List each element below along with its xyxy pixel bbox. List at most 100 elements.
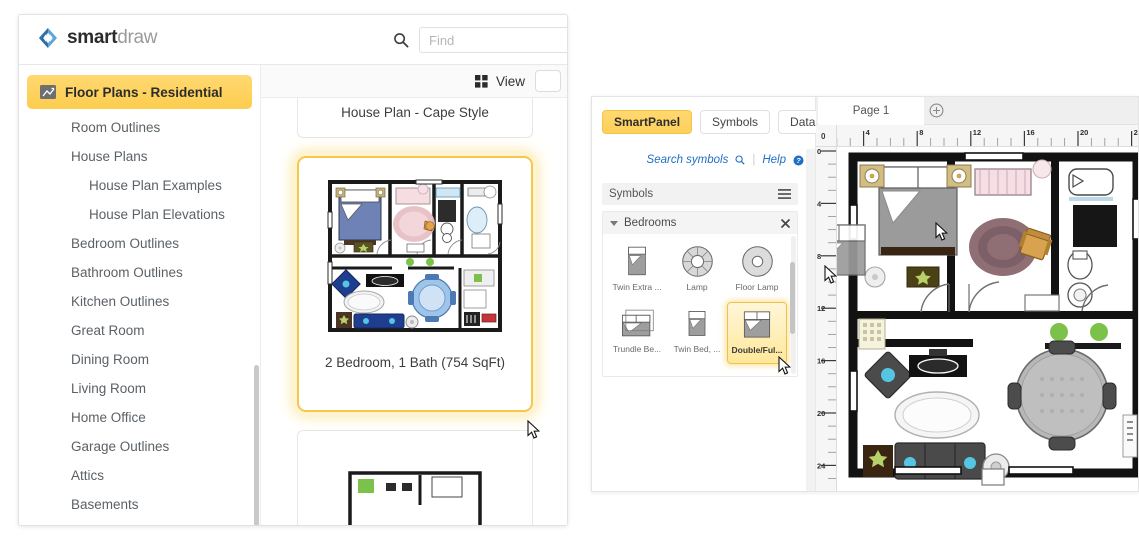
sidebar-scrollbar-thumb[interactable] (254, 365, 259, 525)
symbol-item-trundle-bed[interactable]: Trundle Be... (607, 302, 667, 364)
svg-text:24: 24 (817, 461, 826, 470)
lamp-round-icon (681, 240, 714, 282)
vertical-ruler[interactable]: 0 4 8 12 16 20 24 (816, 147, 837, 491)
category-sidebar[interactable]: Floor Plans - Residential Room Outlines H… (19, 65, 261, 525)
brand-bold: smart (67, 27, 118, 48)
sidebar-item-bathroom-outlines[interactable]: Bathroom Outlines (19, 258, 260, 287)
smartpanel-dock: SmartPanel Symbols Data Search symbols |… (592, 97, 851, 492)
view-button[interactable]: View (496, 74, 525, 89)
symbol-label: Double/Ful... (731, 345, 783, 355)
template-browser-window: smartdraw Find Floor Plans - Residential… (18, 14, 568, 526)
symbol-grid: Twin Extra ... Lamp Floor Lamp Trundle B… (603, 234, 797, 376)
symbol-item-twin-bed[interactable]: Twin Bed, ... (667, 302, 727, 364)
close-icon[interactable] (781, 218, 790, 228)
search-icon[interactable] (393, 32, 409, 48)
sidebar-item-attics[interactable]: Attics (19, 461, 260, 490)
svg-text:20: 20 (817, 409, 825, 418)
symbol-label: Trundle Be... (612, 344, 662, 354)
bed-wide-icon (680, 364, 714, 376)
template-card[interactable]: House Plan - Cape Style (297, 98, 533, 138)
tab-symbols[interactable]: Symbols (700, 110, 771, 134)
sidebar-item-living-room[interactable]: Living Room (19, 374, 260, 403)
template-scroll-area[interactable]: House Plan - Cape Style 2 Bedroom, 1 Bat… (261, 98, 567, 525)
template-card-selected[interactable]: 2 Bedroom, 1 Bath (754 SqFt) (297, 156, 533, 412)
symbol-item-twin-extra[interactable]: Twin Extra ... (607, 240, 667, 302)
tab-smartpanel[interactable]: SmartPanel (602, 110, 693, 134)
symbol-item-bed-wide-3[interactable] (727, 364, 787, 376)
page-tab-label: Page 1 (852, 105, 890, 117)
sidebar-item-dining-room[interactable]: Dining Room (19, 345, 260, 374)
sidebar-item-bedroom-outlines[interactable]: Bedroom Outlines (19, 229, 260, 258)
help-link[interactable]: Help (762, 154, 786, 166)
svg-text:16: 16 (1026, 128, 1034, 137)
template-caption-selected: 2 Bedroom, 1 Bath (754 SqFt) (324, 355, 506, 370)
symbol-group-label: Bedrooms (624, 217, 677, 229)
symbol-item-floor-lamp[interactable]: Floor Lamp (727, 240, 787, 302)
sidebar-item-house-plan-elevations[interactable]: House Plan Elevations (19, 200, 260, 229)
floor-plan-thumbnail (322, 174, 508, 346)
svg-text:8: 8 (919, 128, 923, 137)
horizontal-ruler-ticks: 4812162024 (816, 125, 1138, 146)
grid-icon[interactable] (474, 74, 488, 88)
ruler-origin: 0 (816, 125, 837, 147)
sidebar-item-room-outlines[interactable]: Room Outlines (19, 113, 260, 142)
canvas-scrollbar[interactable] (806, 149, 1028, 491)
horizontal-ruler[interactable]: 4812162024 (816, 125, 1138, 147)
brand-name: smartdraw (67, 27, 158, 49)
symbol-item-bed-wide-2[interactable] (667, 364, 727, 376)
screenshot-root: smartdraw Find Floor Plans - Residential… (0, 0, 1139, 540)
toolbar-extra-button[interactable] (535, 70, 561, 92)
symbol-item-lamp[interactable]: Lamp (667, 240, 727, 302)
bed-twin-icon (685, 302, 709, 344)
sidebar-item-garage-outlines[interactable]: Garage Outlines (19, 432, 260, 461)
plus-circle-icon[interactable] (929, 103, 944, 118)
help-icon[interactable]: ? (793, 155, 804, 166)
svg-text:20: 20 (1080, 128, 1088, 137)
add-single-wall-label: Add Single Wall (629, 491, 710, 492)
template-caption: House Plan - Cape Style (341, 105, 489, 120)
svg-text:0: 0 (817, 147, 821, 156)
sidebar-item-kitchen-outlines[interactable]: Kitchen Outlines (19, 287, 260, 316)
sidebar-scrollbar[interactable] (254, 115, 260, 525)
symbols-scrollbar-thumb[interactable] (790, 262, 795, 334)
bed-wide-icon (620, 364, 654, 376)
symbol-group-header[interactable]: Bedrooms (603, 212, 797, 234)
symbol-item-double-full-bed[interactable]: Double/Ful... (727, 302, 787, 364)
sidebar-active-label: Floor Plans - Residential (65, 84, 223, 100)
search-input[interactable] (419, 27, 567, 53)
add-single-wall-button[interactable]: Add Single Wall (606, 490, 710, 492)
floor-lamp-icon (741, 240, 774, 282)
search-symbols-link[interactable]: Search symbols (647, 154, 729, 166)
browser-header: smartdraw (19, 15, 567, 65)
search-icon[interactable] (735, 155, 745, 165)
smartdraw-logo-icon (37, 27, 59, 49)
sidebar-item-basements[interactable]: Basements (19, 490, 260, 519)
pencil-square-icon (606, 490, 620, 491)
sidebar-item-home-office[interactable]: Home Office (19, 403, 260, 432)
editor-window: SmartPanel Symbols Data Search symbols |… (591, 96, 1139, 492)
symbols-library-box[interactable]: Bedrooms Twin Extra ... Lamp Floor Lamp … (602, 211, 798, 377)
floor-plan-thumbnail (348, 471, 482, 525)
symbols-panel-title: Symbols (609, 188, 654, 200)
symbol-label: Twin Extra ... (612, 282, 662, 292)
hamburger-icon[interactable] (778, 189, 791, 199)
symbol-item-bed-wide-1[interactable] (607, 364, 667, 376)
drawing-canvas[interactable] (837, 147, 1138, 491)
sidebar-item-great-room[interactable]: Great Room (19, 316, 260, 345)
svg-text:12: 12 (973, 128, 981, 137)
svg-text:16: 16 (817, 357, 825, 366)
bed-double-icon (741, 303, 773, 345)
tab-label: SmartPanel (614, 115, 681, 129)
sidebar-item-house-plans[interactable]: House Plans (19, 142, 260, 171)
symbols-panel-header: Symbols (602, 183, 798, 205)
symbol-label: Floor Lamp (735, 282, 779, 292)
chevron-down-icon[interactable] (610, 220, 618, 226)
template-card[interactable] (297, 430, 533, 525)
symbols-scrollbar[interactable] (790, 236, 796, 374)
tab-label: Symbols (712, 115, 759, 129)
ruler-origin-label: 0 (821, 132, 826, 141)
page-tab[interactable]: Page 1 (818, 97, 924, 125)
sidebar-item-floor-plans-residential[interactable]: Floor Plans - Residential (27, 75, 252, 109)
brand-logo[interactable]: smartdraw (37, 27, 158, 49)
sidebar-item-house-plan-examples[interactable]: House Plan Examples (19, 171, 260, 200)
